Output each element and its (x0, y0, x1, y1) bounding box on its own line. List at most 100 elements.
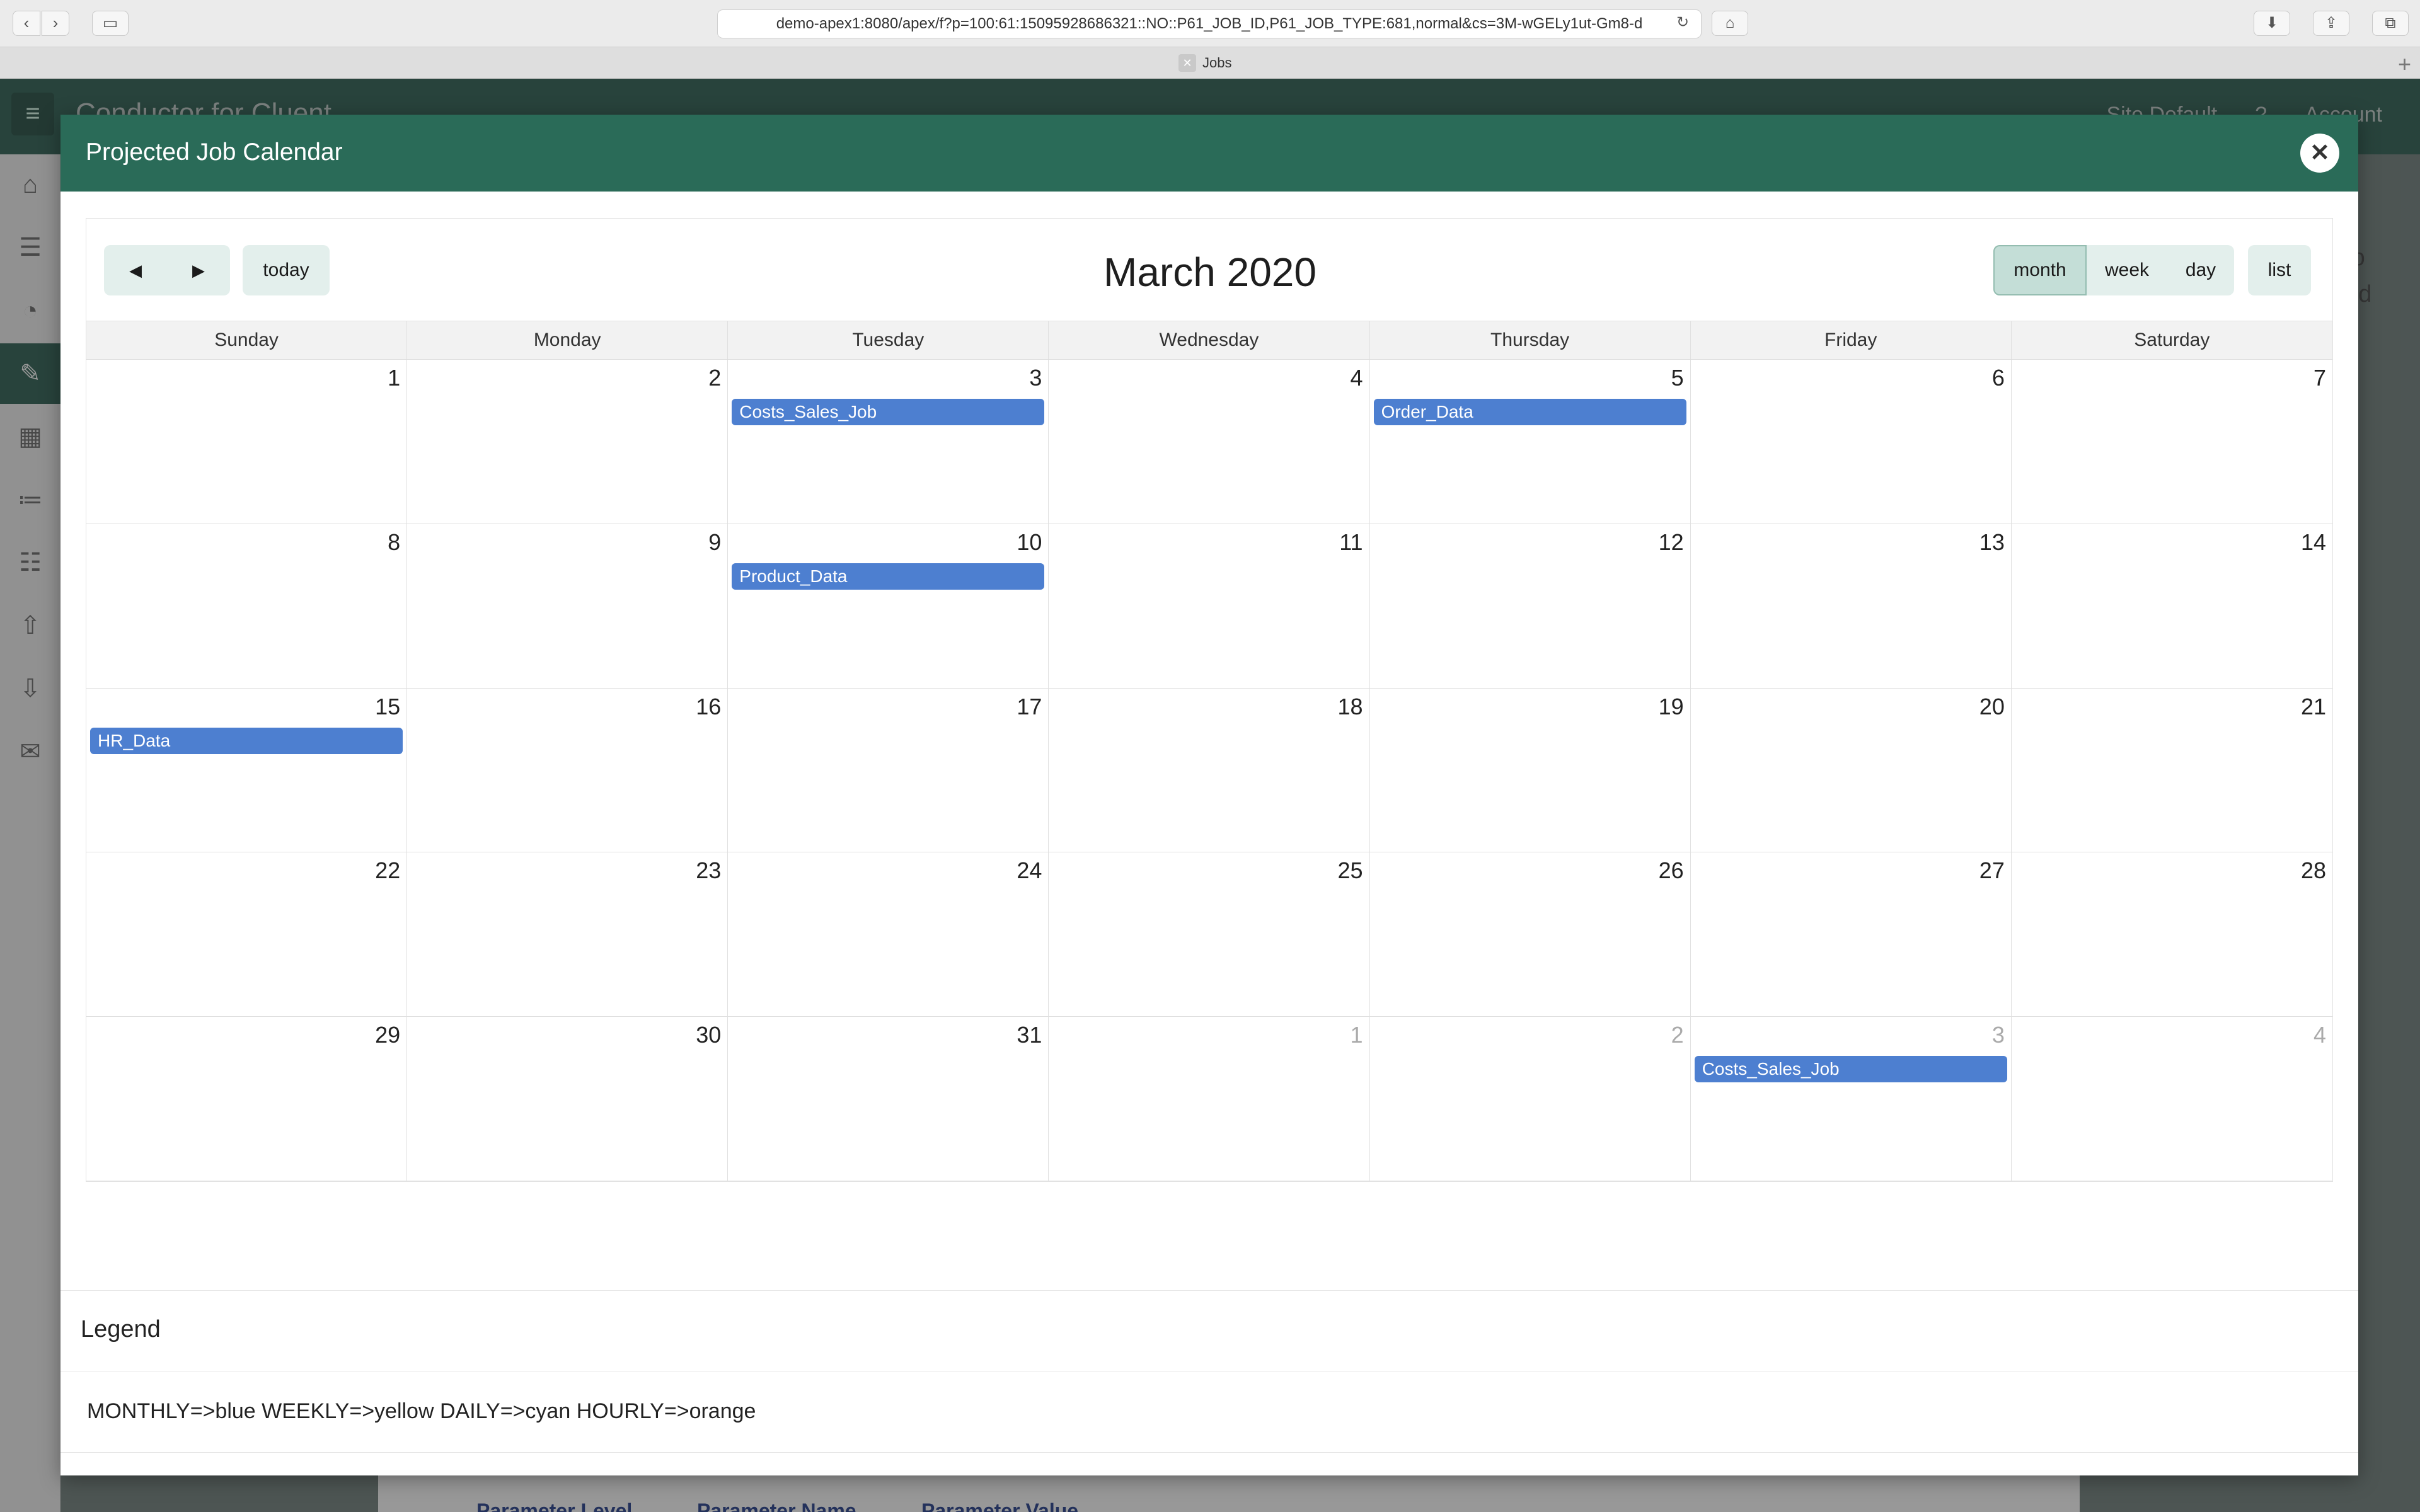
day-view-button[interactable]: day (2167, 245, 2234, 295)
day-number[interactable]: 20 (1979, 694, 2005, 720)
day-number[interactable]: 2 (1671, 1022, 1684, 1048)
new-tab-icon[interactable]: + (2398, 51, 2411, 77)
day-number[interactable]: 29 (375, 1022, 400, 1048)
browser-forward-button[interactable]: › (42, 11, 69, 36)
calendar-day-cell[interactable]: 13 (1690, 524, 2012, 689)
calendar-day-cell[interactable]: 1 (1049, 1017, 1370, 1181)
day-number[interactable]: 26 (1659, 857, 1684, 884)
calendar-day-cell[interactable]: 24 (728, 852, 1049, 1017)
day-number[interactable]: 22 (375, 857, 400, 884)
calendar-event[interactable]: Product_Data (732, 563, 1045, 590)
day-number[interactable]: 14 (2301, 529, 2326, 556)
calendar-day-cell[interactable]: 4 (1049, 360, 1370, 524)
calendar-day-cell[interactable]: 3 Costs_Sales_Job (1690, 1017, 2012, 1181)
calendar-day-cell[interactable]: 3 Costs_Sales_Job (728, 360, 1049, 524)
day-number[interactable]: 17 (1017, 694, 1042, 720)
day-number[interactable]: 24 (1017, 857, 1042, 884)
calendar-day-cell[interactable]: 7 (2011, 360, 2332, 524)
month-view-button[interactable]: month (1993, 245, 2087, 295)
calendar-day-cell[interactable]: 16 (407, 688, 729, 853)
weekday-header: Friday (1691, 321, 2012, 359)
day-number[interactable]: 3 (1992, 1022, 2005, 1048)
day-number[interactable]: 3 (1029, 365, 1042, 391)
day-number[interactable]: 11 (1339, 529, 1363, 556)
week-view-button[interactable]: week (2087, 245, 2167, 295)
calendar-day-cell[interactable]: 30 (407, 1017, 729, 1181)
calendar-day-cell[interactable]: 5 Order_Data (1369, 360, 1691, 524)
calendar-day-cell[interactable]: 14 (2011, 524, 2332, 689)
calendar-day-cell[interactable]: 31 (728, 1017, 1049, 1181)
calendar-day-cell[interactable]: 17 (728, 688, 1049, 853)
calendar-day-cell[interactable]: 11 (1049, 524, 1370, 689)
day-number[interactable]: 30 (696, 1022, 721, 1048)
reload-icon[interactable]: ↻ (1670, 11, 1695, 36)
day-number[interactable]: 25 (1338, 857, 1363, 884)
day-number[interactable]: 1 (388, 365, 400, 391)
calendar-day-cell[interactable]: 21 (2011, 689, 2332, 853)
calendar-day-cell[interactable]: 19 (1369, 688, 1691, 853)
month-grid: 1 2 3 Costs_Sales_Job 4 5 Order_Data 6 7 8 9 10 Prod… (86, 360, 2332, 1181)
calendar-day-cell[interactable]: 2 (1369, 1017, 1691, 1181)
calendar-day-cell[interactable]: 6 (1690, 360, 2012, 524)
weekday-header: Sunday (86, 321, 408, 359)
day-number[interactable]: 4 (1351, 365, 1363, 391)
tabs-overview-icon[interactable]: ⧉ (2372, 11, 2409, 36)
calendar-day-cell[interactable]: 8 (86, 524, 408, 689)
day-number[interactable]: 16 (696, 694, 721, 720)
legend-text: MONTHLY=>blue WEEKLY=>yellow DAILY=>cyan… (87, 1399, 756, 1423)
calendar-day-cell[interactable]: 25 (1049, 852, 1370, 1017)
day-number[interactable]: 13 (1979, 529, 2005, 556)
calendar-event[interactable]: Costs_Sales_Job (732, 399, 1045, 425)
day-number[interactable]: 2 (708, 365, 721, 391)
calendar-day-cell[interactable]: 26 (1369, 852, 1691, 1017)
calendar-event[interactable]: Costs_Sales_Job (1694, 1056, 2007, 1083)
day-number[interactable]: 18 (1338, 694, 1363, 720)
day-number[interactable]: 31 (1017, 1022, 1042, 1048)
calendar-day-cell[interactable]: 28 (2011, 852, 2332, 1017)
day-number[interactable]: 10 (1017, 529, 1042, 556)
calendar-day-cell[interactable]: 12 (1369, 524, 1691, 689)
home-icon[interactable]: ⌂ (1712, 11, 1748, 36)
day-number[interactable]: 19 (1659, 694, 1684, 720)
day-number[interactable]: 6 (1992, 365, 2005, 391)
day-number[interactable]: 23 (696, 857, 721, 884)
calendar-day-cell[interactable]: 27 (1690, 852, 2012, 1017)
browser-tab[interactable]: ✕ Jobs (1178, 53, 1231, 73)
browser-back-button[interactable]: ‹ (13, 11, 40, 36)
day-number[interactable]: 28 (2301, 857, 2326, 884)
day-number[interactable]: 1 (1351, 1022, 1363, 1048)
weekday-header: Wednesday (1049, 321, 1370, 359)
calendar-day-cell[interactable]: 15 HR_Data (86, 688, 408, 853)
day-number[interactable]: 9 (708, 529, 721, 556)
calendar-event[interactable]: Order_Data (1373, 399, 1686, 425)
calendar-day-cell[interactable]: 29 (86, 1017, 408, 1181)
calendar-day-cell[interactable]: 1 (86, 360, 408, 524)
list-view-button[interactable]: list (2248, 245, 2311, 295)
calendar-day-cell[interactable]: 10 Product_Data (728, 524, 1049, 689)
day-number[interactable]: 5 (1671, 365, 1684, 391)
dialog-header: Projected Job Calendar ✕ (60, 115, 2358, 192)
share-icon[interactable]: ⇪ (2313, 11, 2349, 36)
day-number[interactable]: 12 (1659, 529, 1684, 556)
calendar-day-cell[interactable]: 22 (86, 852, 408, 1017)
calendar-day-cell[interactable]: 18 (1049, 688, 1370, 853)
weekday-header-row: Sunday Monday Tuesday Wednesday Thursday… (86, 321, 2332, 360)
sidebar-toggle-icon[interactable]: ▭ (92, 11, 129, 36)
calendar-day-cell[interactable]: 23 (407, 852, 729, 1017)
legend-title: Legend (81, 1316, 161, 1343)
day-number[interactable]: 8 (388, 529, 400, 556)
day-number[interactable]: 7 (2313, 365, 2326, 391)
downloads-icon[interactable]: ⬇ (2254, 11, 2290, 36)
calendar-event[interactable]: HR_Data (90, 727, 403, 754)
day-number[interactable]: 21 (2301, 694, 2326, 720)
calendar-day-cell[interactable]: 2 (407, 360, 729, 524)
day-number[interactable]: 4 (2313, 1022, 2326, 1048)
url-field[interactable]: demo-apex1:8080/apex/f?p=100:61:15095928… (717, 9, 1702, 38)
day-number[interactable]: 15 (375, 694, 400, 720)
calendar-day-cell[interactable]: 9 (407, 524, 729, 689)
day-number[interactable]: 27 (1979, 857, 2005, 884)
calendar-day-cell[interactable]: 20 (1690, 688, 2012, 853)
tab-favicon-icon: ✕ (1178, 54, 1196, 72)
calendar-day-cell[interactable]: 4 (2011, 1017, 2332, 1181)
close-icon[interactable]: ✕ (2300, 134, 2339, 173)
